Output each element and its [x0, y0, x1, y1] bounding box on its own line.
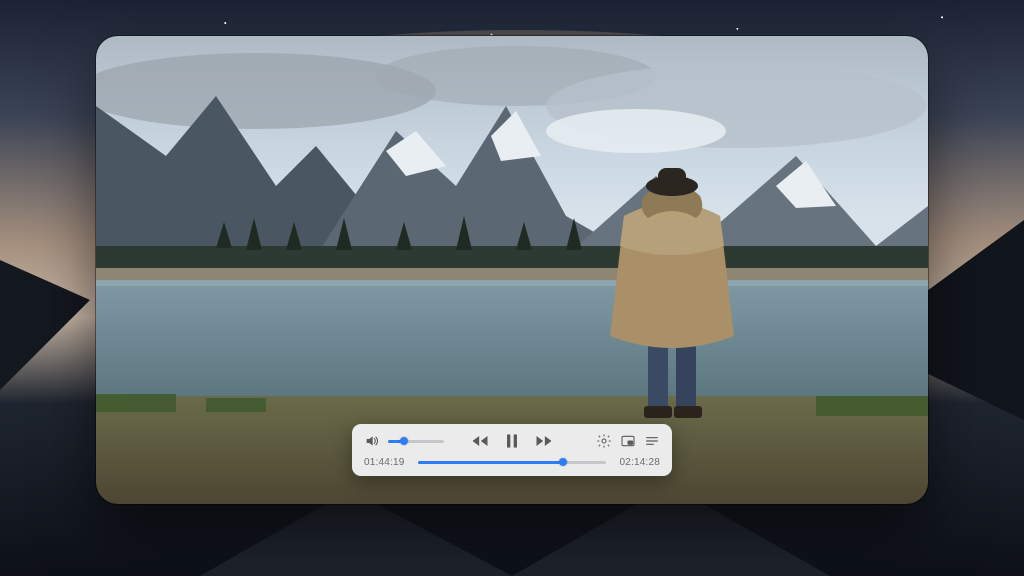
pause-button[interactable] [502, 431, 522, 451]
volume-icon[interactable] [364, 433, 380, 449]
video-player-window: 01:44:19 02:14:28 [96, 36, 928, 504]
playback-controls: 01:44:19 02:14:28 [352, 424, 672, 476]
fast-forward-button[interactable] [534, 431, 554, 451]
rewind-button[interactable] [470, 431, 490, 451]
volume-slider[interactable] [388, 440, 444, 443]
picture-in-picture-icon[interactable] [620, 433, 636, 449]
current-time: 01:44:19 [364, 457, 408, 468]
playlist-icon[interactable] [644, 433, 660, 449]
progress-slider[interactable] [418, 461, 606, 464]
total-time: 02:14:28 [616, 457, 660, 468]
settings-icon[interactable] [596, 433, 612, 449]
